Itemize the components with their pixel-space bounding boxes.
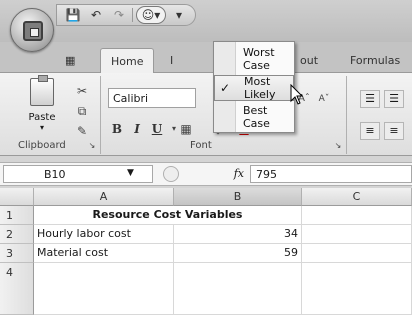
scenario-menu: Worst Case ✓ Most Likely Best Case	[213, 41, 295, 133]
cell-c1[interactable]	[302, 206, 412, 225]
office-button[interactable]	[10, 8, 54, 52]
menu-item-best-case[interactable]: Best Case	[214, 104, 294, 130]
select-all-corner[interactable]	[0, 188, 34, 206]
formula-input[interactable]: 795	[250, 165, 412, 183]
quick-access-toolbar: 💾 ↶ ↷ ☺▾ ▾	[56, 4, 196, 26]
row-header-3[interactable]: 3	[0, 244, 34, 263]
scenario-icon[interactable]: ☺▾	[136, 6, 166, 24]
spreadsheet-icon: ▦	[65, 54, 76, 67]
menu-item-worst-case[interactable]: Worst Case	[214, 46, 294, 72]
group-separator	[346, 76, 347, 154]
decrease-font-icon[interactable]: Aˇ	[316, 92, 332, 106]
insert-function-button[interactable]: fx	[182, 164, 248, 184]
cell-c4[interactable]	[302, 263, 412, 315]
font-group-label: Font	[190, 140, 212, 151]
font-name-field[interactable]: Calibri	[108, 88, 196, 108]
menu-item-most-likely[interactable]: ✓ Most Likely	[214, 75, 294, 101]
office-logo-icon	[23, 21, 43, 41]
cell-c2[interactable]	[302, 225, 412, 244]
clipboard-icon	[30, 75, 54, 106]
row-header-4[interactable]: 4	[0, 263, 34, 315]
cut-icon[interactable]: ✂	[74, 84, 90, 98]
tab-formulas-label: Formulas	[350, 54, 401, 67]
underline-button[interactable]: U	[150, 120, 164, 138]
tab-page-layout-label: out	[300, 54, 319, 67]
column-header-a[interactable]: A	[34, 188, 174, 206]
menu-item-label: Worst Case	[243, 46, 275, 72]
save-icon[interactable]: 💾	[63, 6, 83, 24]
paste-button[interactable]: Paste ▾	[22, 75, 62, 138]
column-header-c[interactable]: C	[302, 188, 412, 206]
formula-expand-icon	[163, 166, 179, 182]
clipboard-group-label: Clipboard	[18, 140, 66, 151]
cell-a2[interactable]: Hourly labor cost	[34, 225, 174, 244]
align-center-icon[interactable]: ≡	[384, 122, 404, 140]
undo-icon[interactable]: ↶	[86, 6, 106, 24]
chevron-down-icon: ▾	[39, 123, 44, 132]
cell-c3[interactable]	[302, 244, 412, 263]
tab-insert[interactable]: I	[160, 48, 183, 73]
cell-a1[interactable]: Resource Cost Variables	[34, 206, 302, 225]
bold-button[interactable]: B	[110, 120, 124, 138]
check-icon: ✓	[220, 81, 231, 95]
dialog-launcher-icon[interactable]: ↘	[330, 139, 346, 153]
menu-item-label: Most Likely	[244, 75, 276, 101]
align-left-icon[interactable]: ≡	[360, 122, 380, 140]
tab-home[interactable]: Home	[100, 48, 155, 73]
paste-label: Paste	[28, 112, 56, 123]
cell-b4[interactable]	[174, 263, 302, 315]
mouse-cursor-icon	[290, 84, 304, 105]
align-middle-icon[interactable]: ☰	[384, 90, 404, 108]
customize-icon[interactable]: ▾	[169, 6, 189, 24]
cell-a4[interactable]	[34, 263, 174, 315]
italic-button[interactable]: I	[130, 120, 144, 138]
chevron-down-icon[interactable]: ▼	[127, 168, 134, 178]
row-header-1[interactable]: 1	[0, 206, 34, 225]
cell-b3[interactable]: 59	[174, 244, 302, 263]
copy-icon[interactable]: ⧉	[74, 104, 90, 118]
tab-home-label: Home	[111, 54, 144, 68]
row-header-2[interactable]: 2	[0, 225, 34, 244]
cell-a3[interactable]: Material cost	[34, 244, 174, 263]
cell-b2[interactable]: 34	[174, 225, 302, 244]
tab-page-layout[interactable]: out	[290, 48, 328, 73]
dialog-launcher-icon[interactable]: ↘	[84, 139, 100, 153]
group-separator	[100, 76, 101, 154]
tab-insert-label: I	[170, 54, 174, 67]
format-painter-icon[interactable]: ✎	[74, 124, 90, 138]
borders-icon[interactable]: ▦	[178, 122, 194, 136]
menu-item-label: Best Case	[243, 104, 270, 130]
separator	[132, 8, 133, 22]
redo-icon[interactable]: ↷	[109, 6, 129, 24]
column-header-b[interactable]: B	[174, 188, 302, 206]
align-top-icon[interactable]: ☰	[360, 90, 380, 108]
tab-formulas[interactable]: Formulas	[340, 48, 410, 73]
